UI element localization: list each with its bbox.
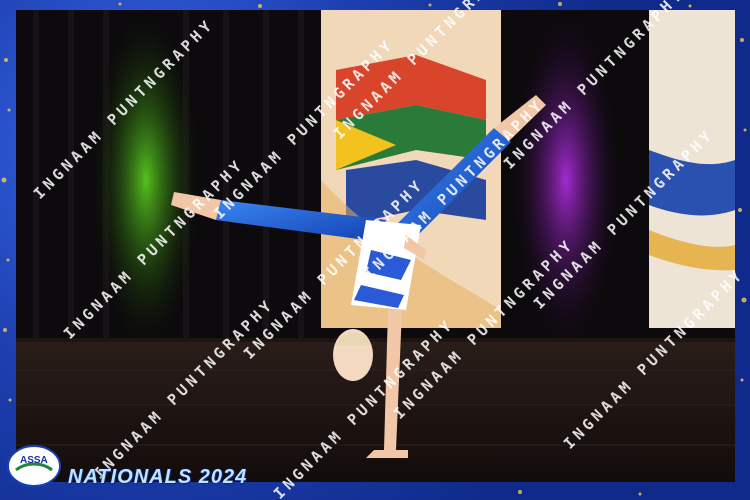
photo-scene xyxy=(16,10,735,482)
photo-frame: INGNAAM PUNTNGRAPHY INGNAAM PUNTNGRAPHY … xyxy=(0,0,750,500)
assa-logo-text: ASSA xyxy=(20,455,48,466)
gymnast-photo xyxy=(16,10,735,482)
assa-logo xyxy=(7,445,61,487)
event-title: NATIONALS 2024 xyxy=(68,466,248,488)
